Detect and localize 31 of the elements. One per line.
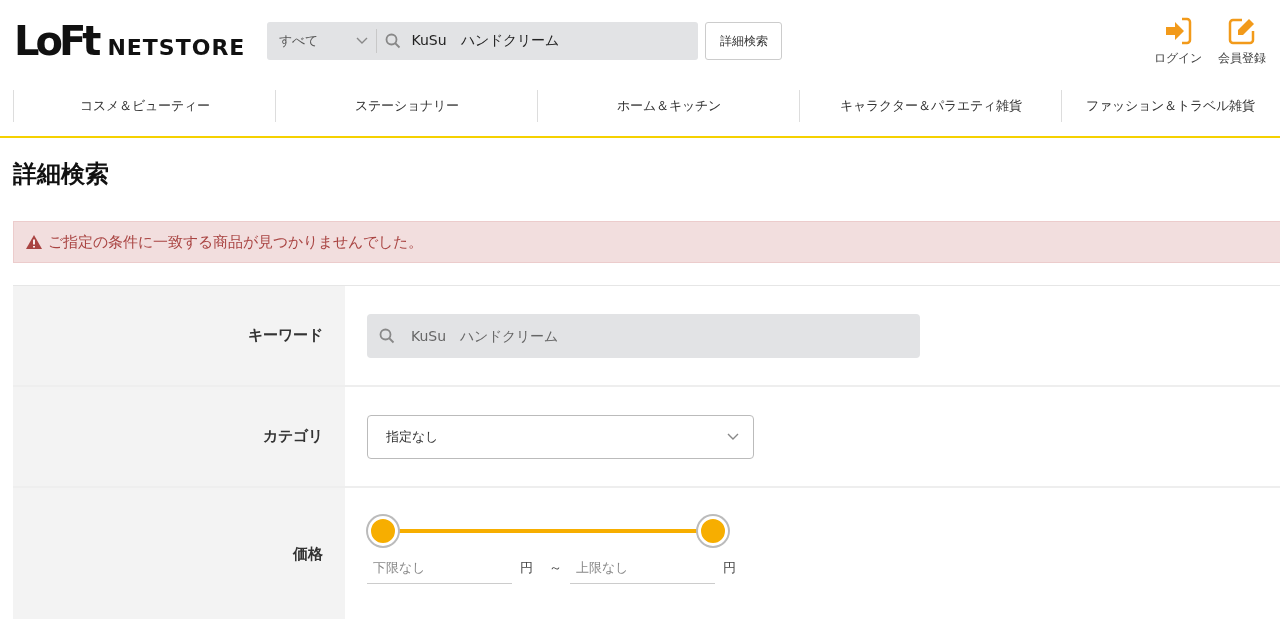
register-link[interactable]: 会員登録 bbox=[1218, 15, 1266, 67]
chevron-down-icon bbox=[356, 37, 369, 45]
logo-mark[interactable]: LoFt bbox=[14, 18, 98, 64]
category-nav-link[interactable]: ファッション＆トラベル雑貨 bbox=[1061, 90, 1280, 122]
alert-message: ご指定の条件に一致する商品が見つかりませんでした。 bbox=[48, 232, 423, 252]
field-label: キーワード bbox=[13, 286, 345, 385]
field-label: 価格 bbox=[13, 488, 345, 619]
category-nav-link[interactable]: キャラクター＆パラエティ雑貨 bbox=[799, 90, 1061, 122]
yen-unit: 円 bbox=[723, 559, 736, 577]
warning-icon bbox=[26, 235, 42, 249]
category-nav-link[interactable]: ホーム＆キッチン bbox=[537, 90, 799, 122]
field-label: カテゴリ bbox=[13, 387, 345, 486]
page-title: 詳細検索 bbox=[13, 159, 110, 190]
login-arrow-icon bbox=[1163, 15, 1193, 46]
chevron-down-icon bbox=[727, 432, 739, 441]
price-range-slider[interactable] bbox=[367, 515, 727, 547]
logo-text[interactable]: NETSTORE bbox=[107, 35, 246, 60]
category-select[interactable]: 指定なし bbox=[367, 414, 754, 459]
category-nav-link[interactable]: コスメ＆ビューティー bbox=[13, 90, 275, 122]
search-input[interactable]: KuSu ハンドクリーム bbox=[411, 32, 559, 50]
login-link[interactable]: ログイン bbox=[1154, 15, 1202, 67]
range-separator: ～ bbox=[549, 559, 562, 577]
advanced-search-button[interactable]: 詳細検索 bbox=[705, 22, 783, 60]
slider-thumb[interactable] bbox=[698, 516, 728, 546]
search-icon bbox=[379, 327, 395, 344]
scope-select[interactable]: すべて bbox=[267, 29, 378, 53]
slider-thumb[interactable] bbox=[368, 516, 398, 546]
search-icon bbox=[385, 33, 402, 49]
keyword-field[interactable]: KuSu ハンドクリーム bbox=[367, 313, 920, 358]
category-nav-link[interactable]: ステーショナリー bbox=[275, 90, 537, 122]
yen-unit: 円 bbox=[520, 559, 533, 577]
